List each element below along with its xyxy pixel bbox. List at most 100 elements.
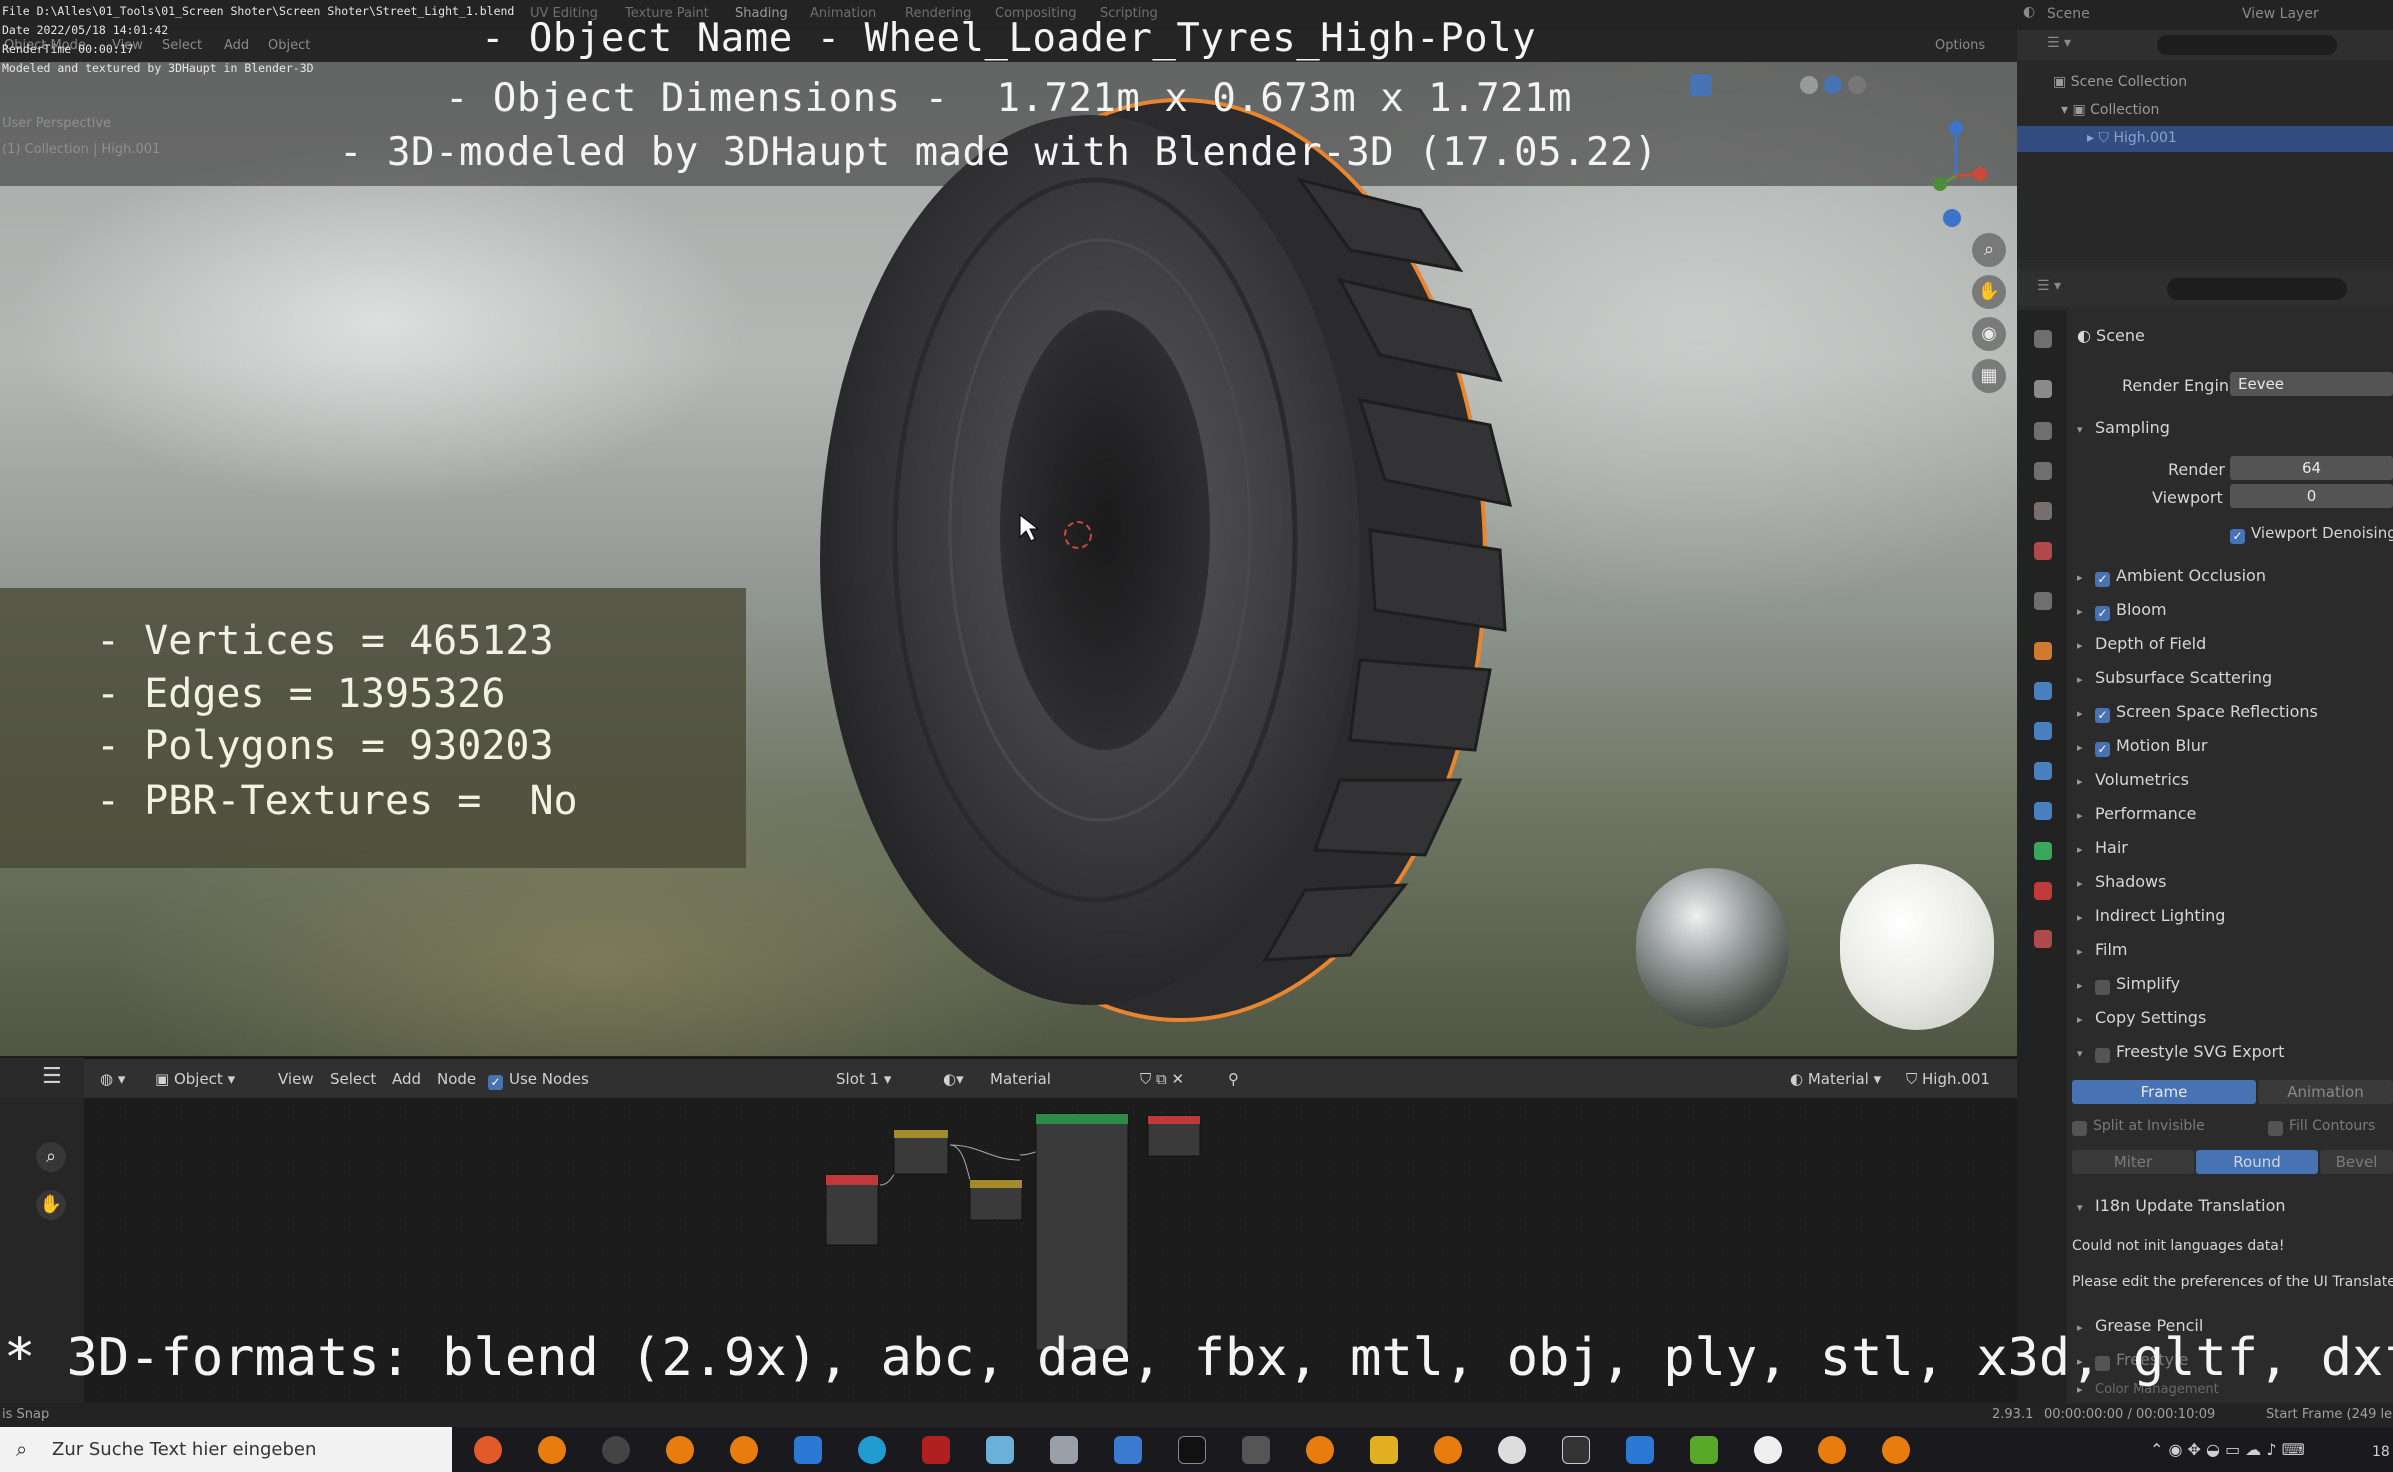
properties-editor-icon[interactable]: ☰ ▾ [2037,278,2061,294]
render-tab-icon[interactable] [2034,380,2052,398]
panel-volumetrics[interactable]: ▸ Volumetrics [2077,770,2189,789]
pin-icon[interactable]: ⚲ [1228,1070,1239,1088]
system-tray-icons[interactable]: ⌃ ◉ ✥ ◒ ▭ ☁ ♪ ⌨ [2150,1440,2305,1459]
panel-simplify[interactable]: ▸✓Simplify [2077,974,2180,995]
properties-search-input[interactable] [2167,278,2347,300]
blender-icon[interactable] [538,1436,566,1464]
panel-motion-blur[interactable]: ▸ ✓ Motion Blur [2077,736,2207,757]
collection-tab-icon[interactable] [2034,592,2052,610]
calendar-icon[interactable] [1626,1436,1654,1464]
freestyle-animation-tab[interactable]: Animation [2258,1080,2393,1104]
view-layer-tab-icon[interactable] [2034,462,2052,480]
app-blue-icon[interactable] [986,1436,1014,1464]
material-browse-icon[interactable]: ◐▾ [943,1070,964,1088]
nvidia-icon[interactable] [1690,1436,1718,1464]
scene-collection-row[interactable]: ▣ Scene Collection [2053,74,2187,90]
node-menu-add[interactable]: Add [392,1070,421,1088]
mail-icon[interactable] [794,1436,822,1464]
panel-film[interactable]: ▸ Film [2077,940,2128,959]
blender-active-icon[interactable] [1306,1436,1334,1464]
viewport-samples-field[interactable]: 0 [2230,484,2393,508]
node-menu-select[interactable]: Select [330,1070,376,1088]
panel-performance[interactable]: ▸ Performance [2077,804,2196,823]
obs-icon[interactable] [602,1436,630,1464]
slot-selector[interactable]: Slot 1 ▾ [836,1070,891,1088]
hamburger-icon[interactable]: ☰ [42,1064,62,1089]
panel-bloom[interactable]: ▸ ✓ Bloom [2077,600,2167,621]
blender-icon[interactable] [1434,1436,1462,1464]
pan-hand-icon[interactable]: ✋ [1972,275,2006,309]
bevel-button[interactable]: Bevel [2320,1150,2393,1174]
camera-view-icon[interactable]: ◉ [1972,317,2006,351]
app-red-icon[interactable] [922,1436,950,1464]
ortho-grid-icon[interactable]: ▦ [1972,359,2006,393]
editor-type-icon[interactable]: ◍ ▾ [100,1070,125,1088]
texture-tab-icon[interactable] [2034,930,2052,948]
blender-icon[interactable] [730,1436,758,1464]
node-zoom-icon[interactable]: ⌕ [36,1142,66,1172]
app-gray-icon[interactable] [1050,1436,1078,1464]
constraints-tab-icon[interactable] [2034,802,2052,820]
tool-tab-icon[interactable] [2034,330,2052,348]
terminal-icon[interactable] [1178,1436,1206,1464]
outliner-object-row[interactable]: ▸ ⛉ High.001 [2017,126,2393,152]
panel-ambient-occlusion[interactable]: ▸ ✓ Ambient Occlusion [2077,566,2266,587]
panel-i18n[interactable]: ▾ I18n Update Translation [2077,1196,2286,1215]
edge-icon[interactable] [858,1436,886,1464]
blender-icon[interactable] [1818,1436,1846,1464]
collection-row[interactable]: ▾ ▣ Collection [2061,102,2159,118]
world-tab-icon[interactable] [2034,542,2052,560]
file-explorer-icon[interactable] [1370,1436,1398,1464]
panel-label: Bloom [2116,600,2167,619]
modifier-tab-icon[interactable] [2034,682,2052,700]
fill-contours-checkbox[interactable]: ✓Fill Contours [2268,1118,2375,1136]
scene-tab-icon[interactable] [2034,502,2052,520]
render-samples-field[interactable]: 64 [2230,456,2393,480]
physics-tab-icon[interactable] [2034,762,2052,780]
render-engine-label: Render Engine [2122,376,2239,395]
blender-icon[interactable] [1882,1436,1910,1464]
zoom-icon[interactable]: ⌕ [1972,233,2006,267]
node-menu-view[interactable]: View [278,1070,314,1088]
panel-hair[interactable]: ▸ Hair [2077,838,2128,857]
render-material-selector[interactable]: ◐ Material ▾ [1790,1070,1881,1088]
material-name-field[interactable]: Material [990,1070,1051,1088]
app-dark-icon[interactable] [1242,1436,1270,1464]
scene-label[interactable]: Scene [2047,6,2090,22]
panel-subsurface-scattering[interactable]: ▸ Subsurface Scattering [2077,668,2272,687]
cube-icon[interactable] [1562,1436,1590,1464]
panel-freestyle-svg-export[interactable]: ▾✓Freestyle SVG Export [2077,1042,2284,1063]
panel-indirect-lighting[interactable]: ▸ Indirect Lighting [2077,906,2225,925]
panel-screen-space-reflections[interactable]: ▸ ✓ Screen Space Reflections [2077,702,2318,723]
outliner-filter-icon[interactable]: ☰ ▾ [2047,35,2071,51]
use-nodes-checkbox[interactable]: ✓ Use Nodes [488,1070,589,1090]
particles-tab-icon[interactable] [2034,722,2052,740]
panda-icon[interactable] [1498,1436,1526,1464]
split-at-invisible-checkbox[interactable]: ✓Split at Invisible [2072,1118,2205,1136]
node-menu-node[interactable]: Node [437,1070,476,1088]
material-actions-icon[interactable]: ⛉ ⧉ ✕ [1140,1070,1184,1088]
miter-button[interactable]: Miter [2072,1150,2194,1174]
data-tab-icon[interactable] [2034,842,2052,860]
node-pan-icon[interactable]: ✋ [36,1190,66,1220]
taskbar-search-input[interactable]: ⌕ Zur Suche Text hier eingeben [0,1427,452,1472]
round-button[interactable]: Round [2196,1150,2318,1174]
panel-shadows[interactable]: ▸ Shadows [2077,872,2166,891]
firefox-icon[interactable] [474,1436,502,1464]
node-object-selector[interactable]: ▣ Object ▾ [155,1070,235,1088]
blender-icon[interactable] [666,1436,694,1464]
view-layer-label[interactable]: View Layer [2242,6,2319,22]
outliner-search-input[interactable] [2157,35,2337,55]
app-window-icon[interactable] [1114,1436,1142,1464]
scene-selector-icon[interactable]: ◐ [2023,4,2035,20]
render-engine-dropdown[interactable]: Eevee [2230,372,2393,396]
freestyle-frame-tab[interactable]: Frame [2072,1080,2256,1104]
panel-depth-of-field[interactable]: ▸ Depth of Field [2077,634,2206,653]
object-tab-icon[interactable] [2034,642,2052,660]
viewport-denoising-checkbox[interactable]: ✓ Viewport Denoising [2230,524,2393,544]
output-tab-icon[interactable] [2034,422,2052,440]
clock-app-icon[interactable] [1754,1436,1782,1464]
panel-copy-settings[interactable]: ▸ Copy Settings [2077,1008,2206,1027]
sampling-panel[interactable]: ▾ Sampling [2077,418,2170,437]
material-tab-icon[interactable] [2034,882,2052,900]
